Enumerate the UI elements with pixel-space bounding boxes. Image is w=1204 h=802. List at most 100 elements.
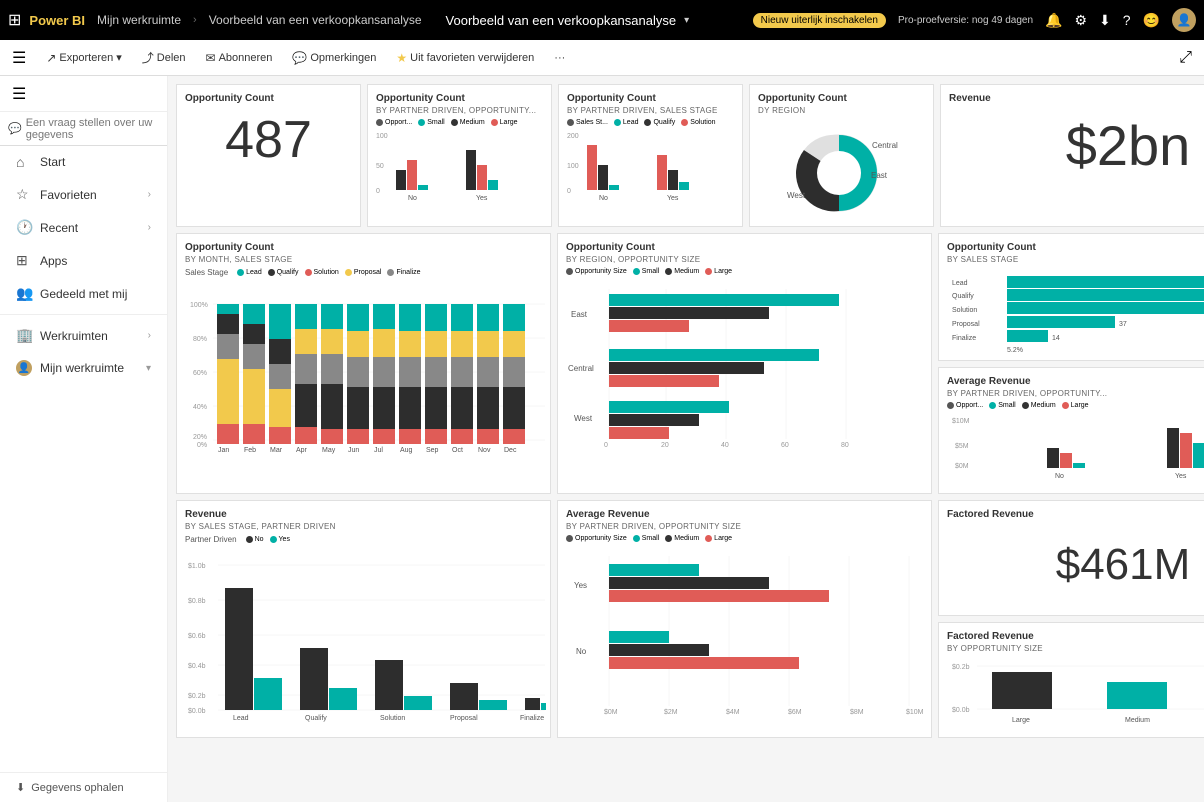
export-chevron: ▾ [116,51,122,64]
chevron-right-icon3: › [148,330,151,341]
main-layout: ☰ 💬 Een vraag stellen over uw gegevens ⌂… [0,76,1204,802]
svg-text:$5M: $5M [955,443,969,450]
chart-opp-sales: 200 100 0 No Yes [567,130,732,200]
tile-avg-rev-size-legend: Opportunity Size Small Medium Large [566,535,923,542]
svg-text:Central: Central [872,141,898,150]
tile-opp-month-subtitle: BY MONTH, SALES STAGE [185,255,542,264]
tile-factored-rev-size[interactable]: Factored Revenue BY OPPORTUNITY SIZE $0.… [938,622,1204,738]
hamburger-icon[interactable]: ☰ [12,48,26,68]
sidebar-item-my-workspace[interactable]: 👤 Mijn werkruimte ▾ [0,352,167,384]
comments-button[interactable]: 💬 Opmerkingen [284,48,384,68]
breadcrumb-report[interactable]: Voorbeeld van een verkoopkansanalyse [209,13,422,27]
sidebar-item-favorites[interactable]: ☆ Favorieten › [0,178,167,211]
svg-text:Jan: Jan [218,447,229,454]
chevron-down-icon[interactable]: ▾ [684,15,689,26]
getdata-icon: ⬇ [16,781,25,794]
user-avatar[interactable]: 👤 [1172,8,1196,32]
breadcrumb-sep1: › [193,14,197,26]
grid-icon[interactable]: ⊞ [8,10,21,30]
svg-text:$0.6b: $0.6b [188,633,206,640]
sidebar-hamburger[interactable]: ☰ [12,84,26,104]
more-button[interactable]: ··· [546,49,573,67]
svg-text:100%: 100% [190,302,208,309]
download-icon[interactable]: ⬇ [1099,12,1111,29]
tile-opp-region-size[interactable]: Opportunity Count BY REGION, OPPORTUNITY… [557,233,932,494]
tile-opp-count[interactable]: Opportunity Count 487 [176,84,361,227]
svg-text:14: 14 [1052,335,1060,342]
tile-opp-region-subtitle: DY REGION [758,106,925,115]
tile-opp-region-size-subtitle: BY REGION, OPPORTUNITY SIZE [566,255,923,264]
sidebar-item-workspaces[interactable]: 🏢 Werkruimten › [0,319,167,352]
chart-factored-rev-size: $0.2b $0.0b Large Medium [947,657,1204,738]
tile-opp-partner[interactable]: Opportunity Count BY PARTNER DRIVEN, OPP… [367,84,552,227]
report-title-main[interactable]: Voorbeeld van een verkoopkansanalyse [446,13,677,28]
svg-text:No: No [576,647,587,656]
share-button[interactable]: ⤴ Delen [134,46,194,69]
favorites-button[interactable]: ★ Uit favorieten verwijderen [388,48,542,68]
svg-text:Yes: Yes [667,195,679,200]
sidebar-get-data[interactable]: ⬇ Gegevens ophalen [0,772,167,802]
svg-text:$0.0b: $0.0b [952,707,970,714]
toggle-button[interactable]: Nieuw uiterlijk inschakelen [753,13,886,28]
svg-text:80%: 80% [193,336,207,343]
sidebar-item-shared[interactable]: 👥 Gedeeld met mij [0,277,167,310]
svg-text:$0M: $0M [604,709,618,716]
breadcrumb-workspace[interactable]: Mijn werkruimte [97,13,181,27]
tile-opp-month[interactable]: Opportunity Count BY MONTH, SALES STAGE … [176,233,551,494]
subscribe-button[interactable]: ✉ Abonneren [198,48,281,68]
tile-opp-region-title: Opportunity Count [758,93,925,104]
tile-opp-region[interactable]: Opportunity Count DY REGION [749,84,934,227]
sidebar-item-start[interactable]: ⌂ Start [0,146,167,178]
svg-text:20: 20 [661,442,669,449]
svg-text:$10M: $10M [906,709,924,716]
tile-opp-sales-subtitle: BY PARTNER DRIVEN, SALES STAGE [567,106,734,115]
workspace-icon: 🏢 [16,327,32,344]
svg-text:Mar: Mar [270,447,283,454]
sidebar-header: ☰ [0,76,167,112]
tile-avg-rev-size[interactable]: Average Revenue BY PARTNER DRIVEN, OPPOR… [557,500,932,738]
tile-avg-revenue-legend: Opport... Small Medium Large [947,402,1204,409]
tile-avg-rev-size-title: Average Revenue [566,509,923,520]
svg-text:Medium: Medium [1125,717,1150,724]
tile-opp-stage[interactable]: Opportunity Count BY SALES STAGE 100% Le… [938,233,1204,361]
tile-factored-revenue[interactable]: Factored Revenue $461M [938,500,1204,616]
svg-text:Yes: Yes [574,581,587,590]
svg-text:60%: 60% [193,370,207,377]
tile-opp-sales[interactable]: Opportunity Count BY PARTNER DRIVEN, SAL… [558,84,743,227]
svg-text:20%: 20% [193,434,207,441]
chart-opp-month: 100% 80% 60% 40% 20% 0% [185,279,550,454]
sidebar-item-recent[interactable]: 🕐 Recent › [0,211,167,244]
sidebar-item-apps[interactable]: ⊞ Apps [0,244,167,277]
star-icon: ☆ [16,186,32,203]
notification-icon[interactable]: 🔔 [1045,12,1062,29]
tile-revenue[interactable]: Revenue $2bn [940,84,1204,227]
tile-avg-revenue[interactable]: Average Revenue BY PARTNER DRIVEN, OPPOR… [938,367,1204,495]
svg-text:Lead: Lead [233,715,249,722]
tile-avg-revenue-title: Average Revenue [947,376,1204,387]
question-text[interactable]: Een vraag stellen over uw gegevens [26,117,159,141]
svg-text:No: No [599,195,608,200]
tile-opp-stage-title: Opportunity Count [947,242,1204,253]
settings-icon[interactable]: ⚙ [1074,12,1087,29]
question-bar[interactable]: 💬 Een vraag stellen over uw gegevens [0,112,167,146]
svg-text:Qualify: Qualify [952,293,974,300]
chart-opp-region-size: 0 20 40 60 80 East [566,279,931,454]
svg-text:Qualify: Qualify [305,715,327,722]
tile-opp-partner-subtitle: BY PARTNER DRIVEN, OPPORTUNITY... [376,106,543,115]
svg-text:Central: Central [568,364,594,373]
svg-text:Large: Large [1012,717,1030,724]
donut-chart-region: Central East West [777,123,907,218]
sidebar-label-workspaces: Werkruimten [40,329,140,343]
tile-opp-count-title: Opportunity Count [185,93,352,104]
emoji-icon[interactable]: 😊 [1143,12,1160,29]
tile-revenue-sales[interactable]: Revenue BY SALES STAGE, PARTNER DRIVEN P… [176,500,551,738]
svg-text:100: 100 [376,133,388,140]
sidebar-label-start: Start [40,155,151,169]
help-icon[interactable]: ? [1123,12,1131,28]
svg-text:Sep: Sep [426,447,439,454]
fullscreen-icon[interactable]: ⤢ [1179,49,1192,67]
export-button[interactable]: ↗ Exporteren ▾ [38,48,129,68]
tile-factored-rev-title: Factored Revenue [947,509,1204,520]
tile-opp-sales-title: Opportunity Count [567,93,734,104]
tile-avg-rev-size-subtitle: BY PARTNER DRIVEN, OPPORTUNITY SIZE [566,522,923,531]
